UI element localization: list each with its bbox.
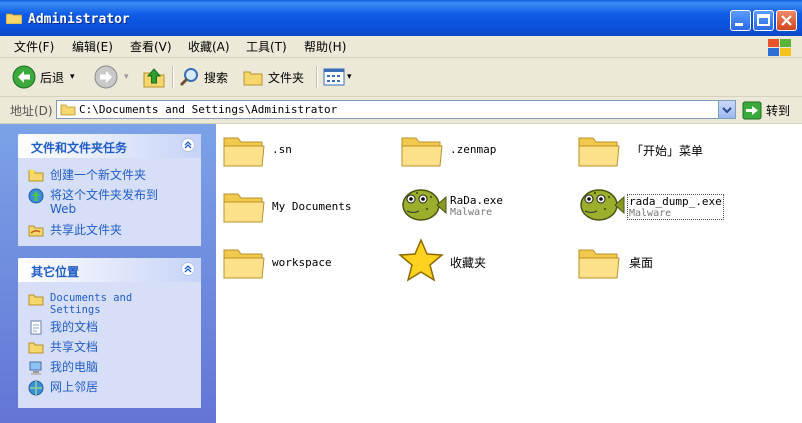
file-item[interactable]: My Documents [222,186,351,226]
folder-icon [223,137,265,167]
title-bar: Administrator [0,0,802,36]
maximize-icon [757,14,770,26]
place-das-line1: Documents and [50,292,133,304]
task-share-folder[interactable]: 共享此文件夹 [28,223,122,237]
file-tasks-header[interactable]: 文件和文件夹任务 [18,134,201,158]
other-places-box: 其它位置 Documents and Settings 我的文档 共享文档 我的… [18,258,201,408]
network-icon [28,380,44,396]
menu-bar: 文件(F) 编辑(E) 查看(V) 收藏(A) 工具(T) 帮助(H) [0,36,802,58]
folder-icon [28,294,44,306]
address-label: 地址(D) [10,104,53,118]
back-button[interactable]: 后退 ▾ [12,64,75,90]
file-item[interactable]: workspace [222,242,332,282]
file-item[interactable]: RaDa.exe Malware [397,183,503,227]
file-name: RaDa.exe [450,194,503,207]
pufferfish-icon [402,189,447,221]
folder-icon [401,137,443,167]
shared-folder-icon [28,342,44,354]
file-name: rada_dump_.exe [629,195,722,208]
file-type: Malware [450,207,493,218]
menu-view[interactable]: 查看(V) [130,38,172,55]
file-type: Malware [629,208,672,219]
folder-icon [578,249,620,279]
folder-icon [223,249,265,279]
window-title: Administrator [28,12,130,27]
address-dropdown-button[interactable] [718,101,735,118]
folder-icon [6,13,22,24]
folders-icon [243,71,263,86]
folder-icon [578,137,620,167]
search-label: 搜索 [204,70,229,85]
task-publish-web[interactable]: 将这个文件夹发布到 Web [28,188,158,216]
address-input[interactable]: C:\Documents and Settings\Administrator [56,100,736,119]
star-favorites-icon [398,238,444,282]
file-item[interactable]: 桌面 [577,242,653,282]
file-tasks-box: 文件和文件夹任务 创建一个新文件夹 将这个文件夹发布到 Web 共享此文件夹 [18,134,201,246]
file-item[interactable]: 收藏夹 [398,238,486,284]
views-icon [323,68,345,86]
search-button[interactable]: 搜索 [178,64,228,90]
new-folder-icon [28,169,44,182]
my-documents-icon [30,320,42,335]
menu-favorites[interactable]: 收藏(A) [188,38,230,55]
file-item[interactable]: .sn [222,130,292,170]
go-label: 转到 [766,103,791,118]
folders-button[interactable]: 文件夹 [242,64,304,90]
task-publish-line2: Web [50,202,77,216]
file-item[interactable]: .zenmap [400,130,496,170]
close-button[interactable] [776,10,797,31]
share-folder-icon [28,225,44,237]
search-icon [179,68,198,87]
go-arrow-icon [742,101,762,119]
minimize-icon [735,23,743,26]
task-publish-line1: 将这个文件夹发布到 [50,188,159,202]
minimize-button[interactable] [730,10,751,31]
task-new-folder[interactable]: 创建一个新文件夹 [28,168,146,182]
back-dropdown-icon[interactable]: ▾ [70,72,75,82]
collapse-icon[interactable] [181,138,195,152]
menu-file[interactable]: 文件(F) [14,38,54,55]
menu-tools[interactable]: 工具(T) [246,38,287,55]
task-pane: 文件和文件夹任务 创建一个新文件夹 将这个文件夹发布到 Web 共享此文件夹 其… [0,124,216,423]
forward-dropdown-icon[interactable]: ▾ [124,72,129,82]
close-icon [781,15,792,26]
file-item-selected[interactable]: rada_dump_.exe Malware [575,183,724,227]
folder-icon [223,193,265,223]
place-my-computer[interactable]: 我的电脑 [28,360,98,376]
pufferfish-icon [580,189,625,221]
menu-edit[interactable]: 编辑(E) [72,38,113,55]
go-button[interactable]: 转到 [742,100,790,120]
maximize-button[interactable] [753,10,774,31]
back-arrow-icon [12,65,36,89]
file-tasks-title: 文件和文件夹任务 [31,141,128,155]
my-computer-icon [29,361,42,375]
folder-icon [60,104,76,116]
folders-label: 文件夹 [268,70,305,85]
other-places-header[interactable]: 其它位置 [18,258,201,282]
chevron-down-icon [722,107,732,114]
forward-arrow-icon [94,65,118,89]
place-das-line2: Settings [50,304,101,316]
place-network-neighborhood[interactable]: 网上邻居 [28,380,98,396]
place-my-documents[interactable]: 我的文档 [28,320,98,336]
up-button[interactable] [142,64,166,90]
windows-logo-icon [768,39,791,56]
publish-web-icon [28,188,44,204]
toolbar: 后退 ▾ ▾ 搜索 文件夹 ▾ [0,58,802,97]
forward-button[interactable]: ▾ [94,64,129,90]
views-button[interactable]: ▾ [322,64,352,90]
address-path: C:\Documents and Settings\Administrator [79,103,338,116]
menu-help[interactable]: 帮助(H) [304,38,346,55]
place-documents-and-settings[interactable]: Documents and Settings [28,292,132,316]
address-bar: 地址(D) C:\Documents and Settings\Administ… [0,97,802,124]
place-shared-documents[interactable]: 共享文档 [28,340,98,354]
back-label: 后退 [40,70,65,85]
views-dropdown-icon: ▾ [347,72,352,82]
other-places-title: 其它位置 [31,265,80,279]
folder-up-icon [143,68,165,88]
file-item[interactable]: 「开始」菜单 [577,130,703,170]
collapse-icon[interactable] [181,262,195,276]
